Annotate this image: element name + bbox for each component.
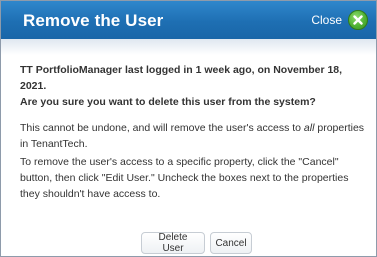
close-icon[interactable] — [348, 10, 368, 30]
header-gradient — [1, 39, 376, 55]
last-login-text: TT PortfolioManager last logged in 1 wee… — [20, 64, 343, 92]
warning-emphasis: all — [303, 122, 315, 134]
close-label[interactable]: Close — [311, 13, 342, 27]
warning-before: This cannot be undone, and will remove t… — [20, 122, 304, 134]
warning-text: This cannot be undone, and will remove t… — [20, 120, 365, 152]
instructions-text: To remove the user's access to a specifi… — [20, 156, 349, 200]
confirm-question: Are you sure you want to delete this use… — [20, 96, 316, 108]
cancel-button[interactable]: Cancel — [210, 232, 252, 254]
dialog-title: Remove the User — [23, 11, 164, 30]
dialog-titlebar: Remove the User Close — [1, 1, 376, 39]
remove-user-dialog: Remove the User Close TT PortfolioManage… — [0, 0, 377, 257]
close-button[interactable]: Close — [311, 9, 368, 31]
confirmation-message: TT PortfolioManager last logged in 1 wee… — [20, 62, 365, 110]
delete-user-button[interactable]: Delete User — [141, 232, 205, 254]
